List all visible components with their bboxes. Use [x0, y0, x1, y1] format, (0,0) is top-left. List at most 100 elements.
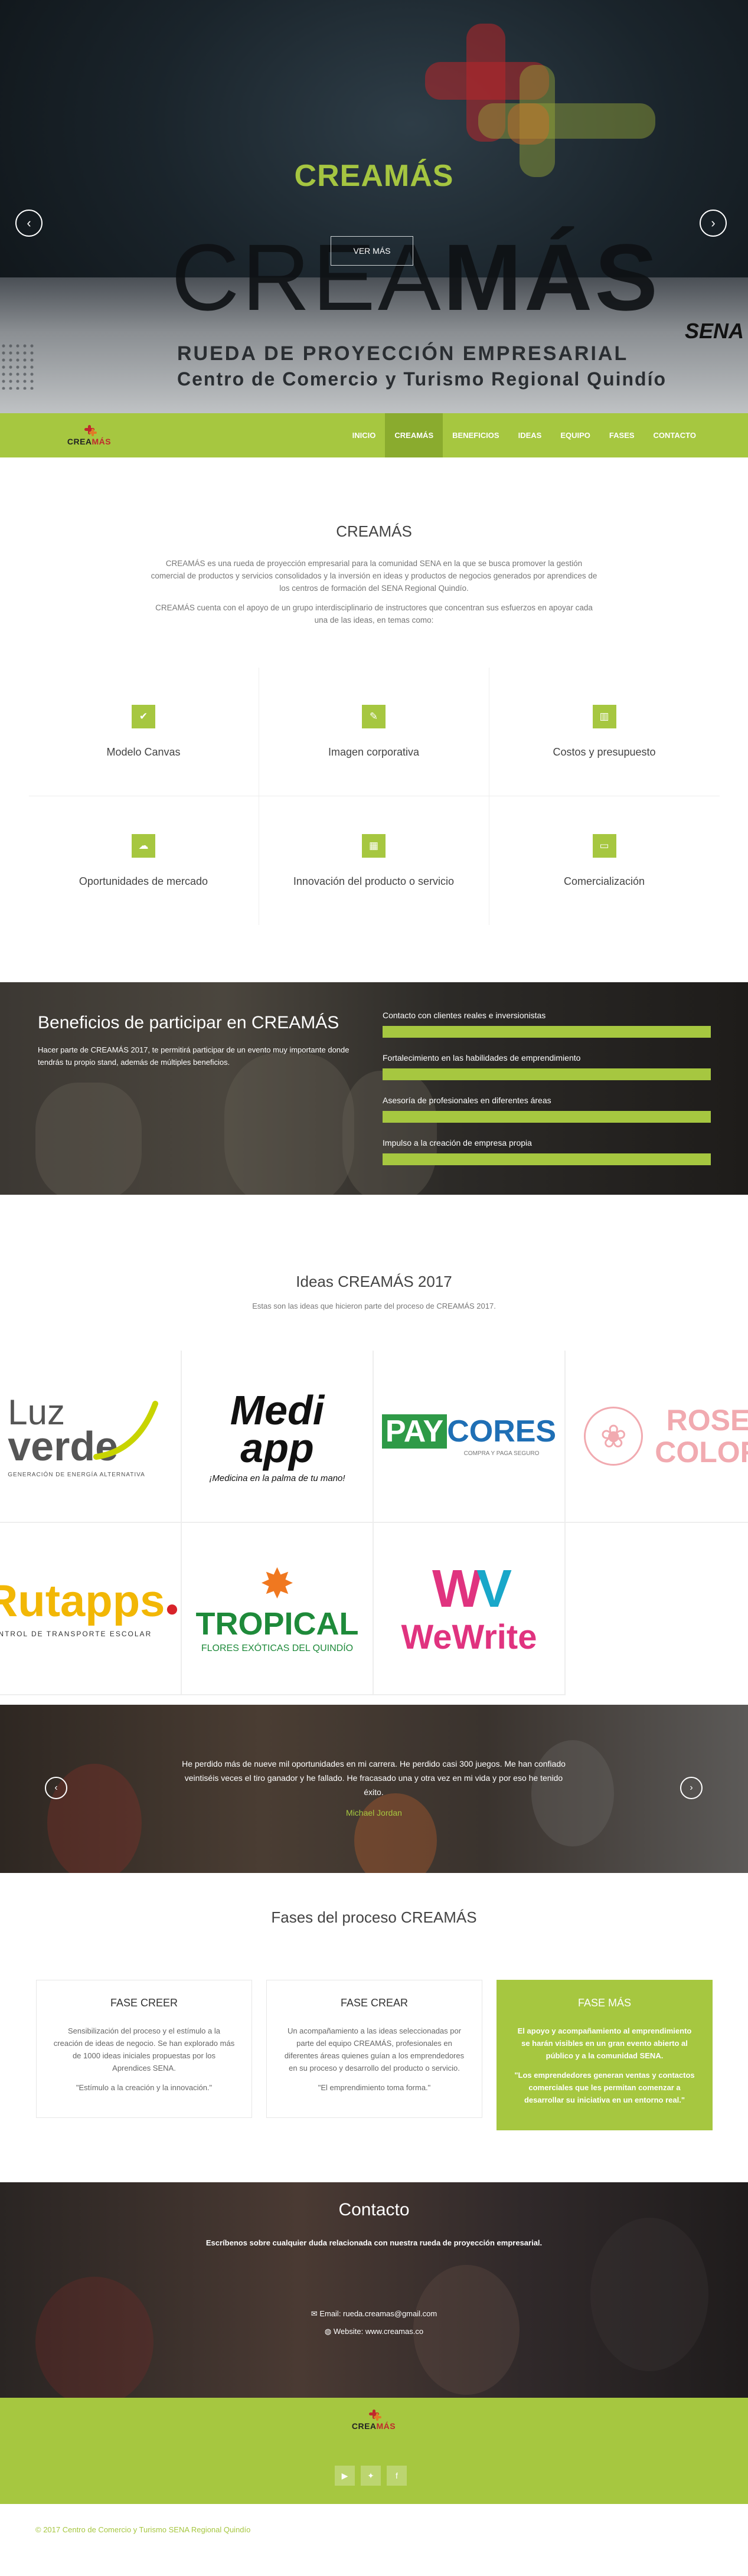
hero-big-logo: CREAMÁS — [171, 224, 661, 330]
feature-label: Imagen corporativa — [328, 746, 420, 758]
nav-item-equipo[interactable]: EQUIPO — [551, 413, 600, 457]
nav-item-creamas[interactable]: CREAMÁS — [385, 413, 443, 457]
nav-item-fases[interactable]: FASES — [600, 413, 644, 457]
phase-text: Un acompañamiento a las ideas selecciona… — [284, 2026, 465, 2072]
phase-quote: "Estímulo a la creación y la innovación.… — [76, 2083, 213, 2092]
benefit-bar: Contacto con clientes reales e inversion… — [383, 1011, 711, 1038]
phase-card-highlighted: FASE MÁS El apoyo y acompañamiento al em… — [497, 1980, 713, 2130]
benefit-label: Asesoría de profesionales en diferentes … — [383, 1096, 551, 1105]
progress-fill — [383, 1153, 711, 1165]
phases-section: Fases del proceso CREAMÁS FASE CREER Sen… — [0, 1873, 748, 2182]
logo-text: Rutapps — [0, 1576, 165, 1626]
phase-title: FASE MÁS — [577, 1997, 632, 2009]
hero-subtitle: RUEDA DE PROYECCIÓN EMPRESARIAL — [177, 342, 629, 365]
sena-logo: SENA — [685, 319, 744, 343]
contact-website[interactable]: ◍ Website: www.creamas.co — [0, 2327, 748, 2336]
scroll-down-icon[interactable]: ⌄ — [366, 373, 375, 385]
nav-item-contacto[interactable]: CONTACTO — [644, 413, 705, 457]
feature-item: ✎ Imagen corporativa — [259, 668, 489, 796]
idea-logo-paycores[interactable]: PAY CORES COMPRA Y PAGA SEGURO — [374, 1351, 566, 1523]
feature-item: ▥ Costos y presupuesto — [489, 668, 720, 796]
nav-item-beneficios[interactable]: BENEFICIOS — [443, 413, 508, 457]
intro-paragraph-2: CREAMÁS cuenta con el apoyo de un grupo … — [155, 603, 593, 625]
logo-text-b: MÁS — [376, 2421, 396, 2431]
phase-card: FASE CREAR Un acompañamiento a las ideas… — [266, 1980, 482, 2118]
creamas-cross-icon — [80, 424, 98, 437]
phase-text: El apoyo y acompañamiento al emprendimie… — [517, 2026, 692, 2060]
logo-text: PAY — [381, 1414, 448, 1449]
nav-item-inicio[interactable]: INICIO — [343, 413, 386, 457]
section-title: Fases del proceso CREAMÁS — [271, 1908, 477, 1926]
feature-label: Costos y presupuesto — [553, 746, 656, 758]
idea-logo-luzverde[interactable]: Luz verde GENERACIÓN DE ENERGÍA ALTERNAT… — [0, 1351, 182, 1523]
rose-icon: ❀ — [584, 1407, 644, 1466]
benefit-label: Impulso a la creación de empresa propia — [383, 1138, 532, 1148]
youtube-icon[interactable]: ▶ — [335, 2466, 355, 2486]
logo-tagline: CONTROL DE TRANSPORTE ESCOLAR — [0, 1630, 152, 1638]
hero-subtitle-2: Centro de Comercio y Turismo Regional Qu… — [177, 368, 667, 390]
phase-quote: "Los emprendedores generan ventas y cont… — [514, 2071, 695, 2104]
idea-logo-rutapps[interactable]: Rutapps● CONTROL DE TRANSPORTE ESCOLAR — [0, 1523, 182, 1695]
logo-text: TROPICAL — [195, 1606, 359, 1642]
logo-text: ROSE — [666, 1404, 748, 1437]
main-navbar: CREAMÁS INICIO CREAMÁS BENEFICIOS IDEAS … — [0, 413, 748, 457]
benefit-bar: Fortalecimiento en las habilidades de em… — [383, 1053, 711, 1080]
logo-text: CORES — [447, 1414, 557, 1449]
feature-item: ▭ Comercialización — [489, 796, 720, 925]
benefit-label: Contacto con clientes reales e inversion… — [383, 1011, 546, 1020]
idea-logo-wewrite[interactable]: WV WeWrite — [374, 1523, 566, 1695]
twitter-icon[interactable]: ✦ — [361, 2466, 381, 2486]
benefit-bar: Impulso a la creación de empresa propia — [383, 1138, 711, 1165]
logo-text: WeWrite — [401, 1618, 537, 1656]
feature-label: Oportunidades de mercado — [79, 875, 208, 887]
hero-cross-shape — [478, 103, 655, 139]
slider-prev-button[interactable]: ‹ — [15, 210, 43, 237]
progress-fill — [383, 1068, 711, 1080]
benefits-title: Beneficios de participar en CREAMÁS — [38, 1013, 339, 1032]
creamas-section: CREAMÁS CREAMÁS es una rueda de proyecci… — [0, 457, 748, 925]
logo-text-a: CREA — [67, 436, 92, 446]
logo-text-a: CREA — [351, 2421, 377, 2431]
bird-of-paradise-icon: ✸ — [260, 1561, 295, 1607]
idea-logo-mediapp[interactable]: Medi app ¡Medicina en la palma de tu man… — [182, 1351, 374, 1523]
logo-text-b: MÁS — [92, 436, 112, 446]
logo-tagline: COMPRA Y PAGA SEGURO — [463, 1450, 540, 1457]
logo-tagline: GENERACIÓN DE ENERGÍA ALTERNATIVA — [8, 1471, 145, 1478]
feature-item: ▦ Innovación del producto o servicio — [259, 796, 489, 925]
globe-icon: ◍ — [324, 2327, 334, 2336]
idea-logo-tropical[interactable]: ✸ TROPICAL FLORES EXÓTICAS DEL QUINDÍO — [182, 1523, 374, 1695]
slider-next-button[interactable]: › — [700, 210, 727, 237]
logo-text: app — [240, 1424, 314, 1471]
testimonial-prev-button[interactable]: ‹ — [45, 1777, 67, 1799]
testimonial-next-button[interactable]: › — [680, 1777, 703, 1799]
hero-cross-shape — [508, 103, 549, 145]
nav-item-ideas[interactable]: IDEAS — [509, 413, 551, 457]
feature-item: ✔ Modelo Canvas — [28, 668, 259, 796]
facebook-icon[interactable]: f — [387, 2466, 407, 2486]
ver-mas-button[interactable]: VER MÁS — [331, 236, 413, 266]
contact-email[interactable]: ✉ Email: rueda.creamas@gmail.com — [0, 2309, 748, 2319]
intro-paragraph: CREAMÁS es una rueda de proyección empre… — [151, 559, 597, 593]
idea-logo-rosecolor[interactable]: ❀ ROSE COLOR — [566, 1351, 748, 1523]
feature-item: ☁ Oportunidades de mercado — [29, 796, 259, 925]
testimonial-quote: He perdido más de nueve mil oportunidade… — [182, 1759, 566, 1797]
hero-title: CREAMÁS — [294, 159, 454, 193]
bar-chart-icon: ▥ — [592, 705, 616, 728]
creamas-logo[interactable]: CREAMÁS — [63, 413, 116, 457]
contact-section: Contacto Escríbenos sobre cualquier duda… — [0, 2182, 748, 2398]
footer-logo[interactable]: CREAMÁS — [347, 2410, 400, 2431]
ideas-subtitle: Estas son las ideas que hicieron parte d… — [252, 1302, 496, 1310]
logo-text: COLOR — [655, 1436, 748, 1469]
benefit-bar: Asesoría de profesionales en diferentes … — [383, 1096, 711, 1123]
logo-tagline: ¡Medicina en la palma de tu mano! — [209, 1473, 345, 1483]
check-icon: ✔ — [132, 705, 155, 728]
copyright: © 2017 Centro de Comercio y Turismo SENA… — [35, 2525, 251, 2534]
phase-title: FASE CREAR — [340, 1997, 409, 2009]
section-title: Ideas CREAMÁS 2017 — [296, 1273, 452, 1290]
testimonial-author: Michael Jordan — [346, 1808, 402, 1817]
nav-menu: INICIO CREAMÁS BENEFICIOS IDEAS EQUIPO F… — [343, 413, 748, 457]
phases-grid: FASE CREER Sensibilización del proceso y… — [36, 1980, 713, 2130]
logo-tagline: FLORES EXÓTICAS DEL QUINDÍO — [201, 1643, 354, 1653]
feature-label: Comercialización — [563, 875, 645, 887]
phase-text: Sensibilización del proceso y el estímul… — [53, 2026, 235, 2072]
